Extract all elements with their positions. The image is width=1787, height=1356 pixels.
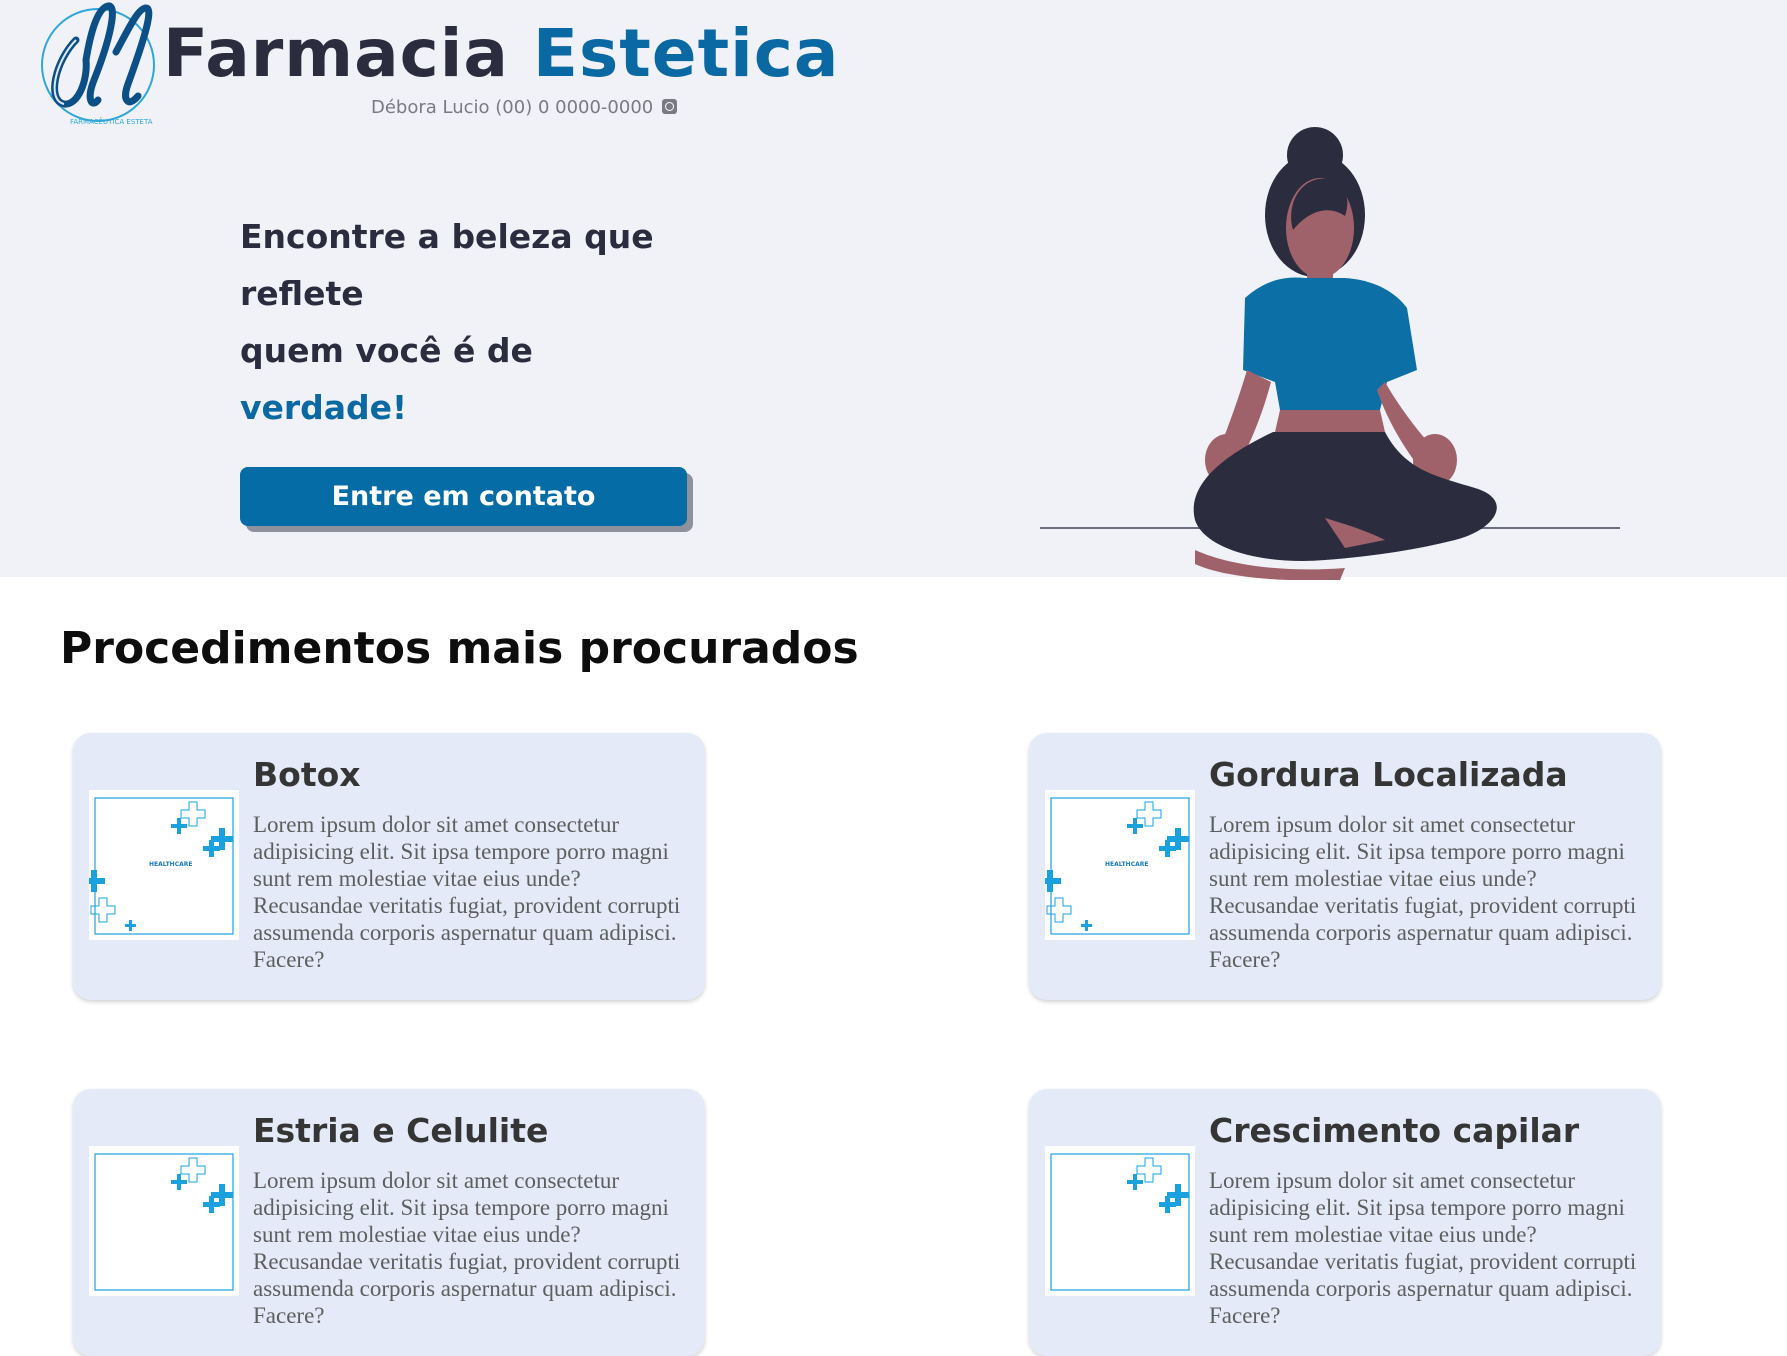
procedure-card-botox[interactable]: HEALTHCARE Botox Lorem ipsum dolor sit a… [73,733,705,1000]
healthcare-thumbnail: HEALTHCARE [1045,790,1195,940]
brand-title-main: Farmacia [163,15,509,92]
thumb-label: HEALTHCARE [1105,861,1148,868]
card-title: Botox [253,755,361,794]
meditating-woman-illustration [1040,127,1620,580]
procedure-card-gordura-localizada[interactable]: HEALTHCARE Gordura Localizada Lorem ipsu… [1029,733,1661,1000]
headline-line-3: quem você é de [240,331,533,370]
brand-title: Farmacia Estetica [163,15,840,92]
card-description: Lorem ipsum dolor sit amet consectetur a… [1209,1168,1637,1328]
thumb-label: HEALTHCARE [149,861,192,868]
hero-headline: Encontre a beleza que reflete quem você … [240,208,660,436]
card-title: Crescimento capilar [1209,1111,1580,1150]
procedure-card-crescimento-capilar[interactable]: Crescimento capilar Lorem ipsum dolor si… [1029,1089,1661,1356]
procedure-card-estria-celulite[interactable]: Estria e Celulite Lorem ipsum dolor sit … [73,1089,705,1356]
healthcare-thumbnail [1045,1146,1195,1296]
brand-title-accent: Estetica [532,15,840,92]
headline-accent: verdade! [240,388,408,427]
headline-line-1: Encontre a beleza que [240,217,654,256]
logo-ring-text: FARMACÊUTICA ESTETA [70,117,153,126]
logo: FARMACÊUTICA ESTETA [41,2,155,126]
healthcare-thumbnail [89,1146,239,1296]
whatsapp-icon[interactable] [661,99,677,114]
healthcare-thumbnail: HEALTHCARE [89,790,239,940]
card-title: Estria e Celulite [253,1111,549,1150]
card-title: Gordura Localizada [1209,755,1568,794]
card-description: Lorem ipsum dolor sit amet consectetur a… [253,812,681,972]
contact-button[interactable]: Entre em contato [240,467,687,526]
contact-text: Débora Lucio (00) 0 0000-0000 [371,97,654,118]
hero-section: FARMACÊUTICA ESTETA Farmacia Estetica Dé… [0,0,1787,580]
section-title: Procedimentos mais procurados [60,623,859,674]
headline-line-2: reflete [240,274,364,313]
card-description: Lorem ipsum dolor sit amet consectetur a… [1209,812,1637,972]
brand-contact: Débora Lucio (00) 0 0000-0000 [371,97,677,118]
card-description: Lorem ipsum dolor sit amet consectetur a… [253,1168,681,1328]
